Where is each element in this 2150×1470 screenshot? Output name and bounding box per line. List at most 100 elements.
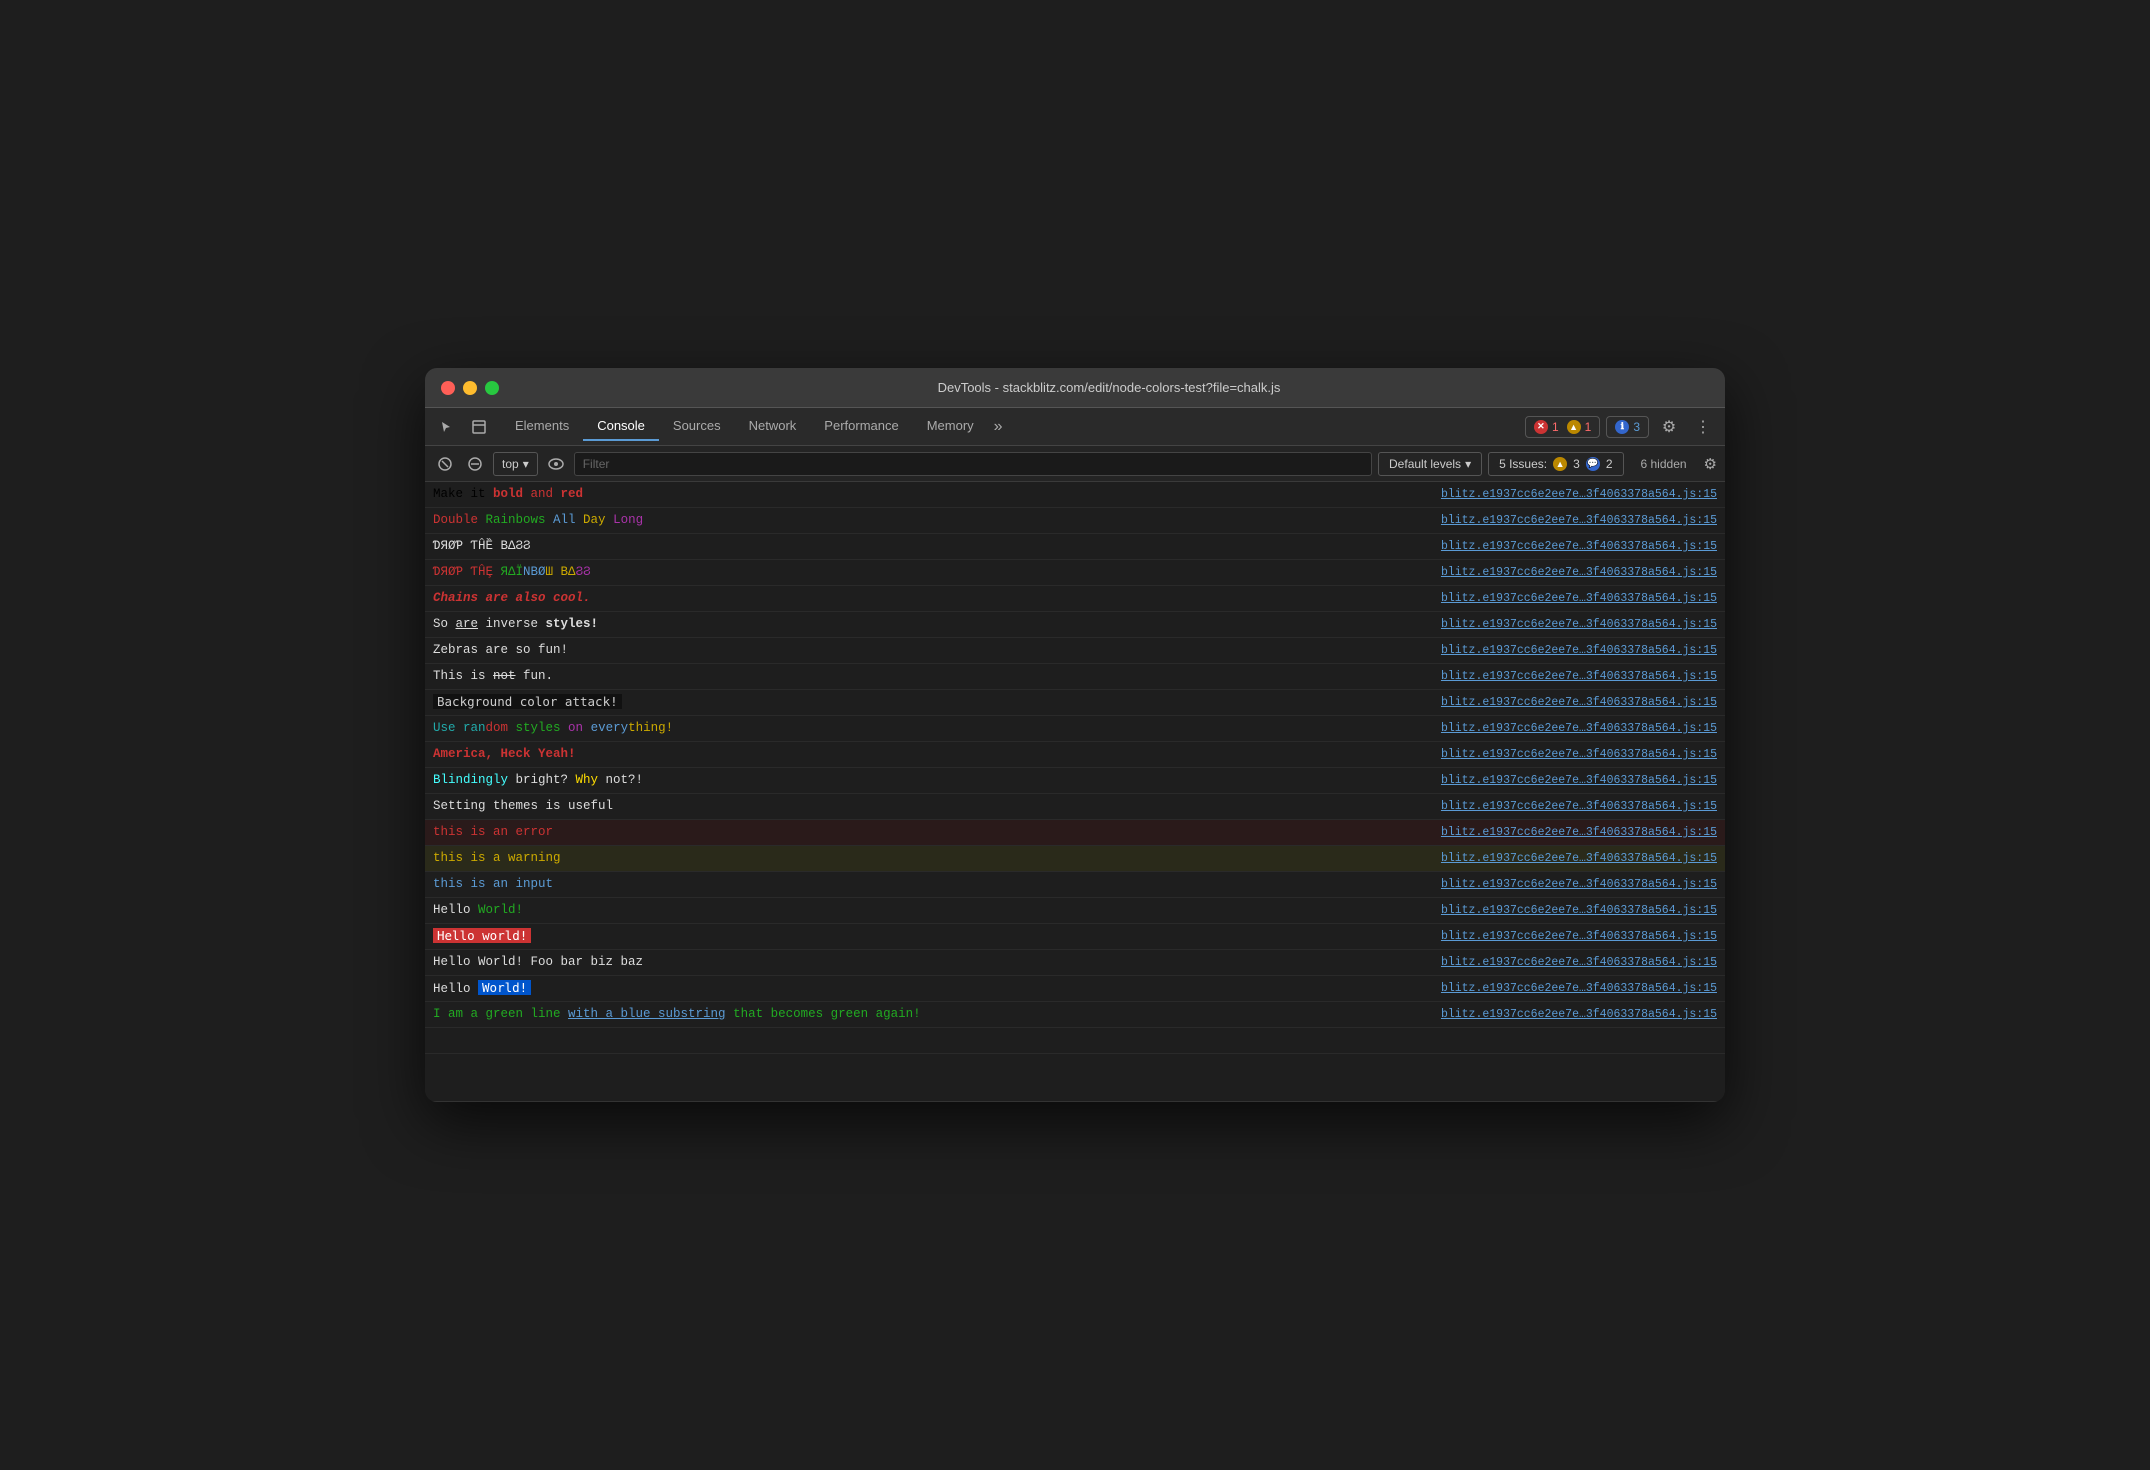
console-source-link[interactable]: blitz.e1937cc6e2ee7e…3f4063378a564.js:15: [1441, 562, 1717, 582]
maximize-button[interactable]: [485, 381, 499, 395]
tab-elements[interactable]: Elements: [501, 412, 583, 441]
console-source-link[interactable]: blitz.e1937cc6e2ee7e…3f4063378a564.js:15: [1441, 588, 1717, 608]
chevron-down-icon: ▾: [523, 457, 529, 471]
clear-console-icon[interactable]: [433, 452, 457, 476]
more-tabs-button[interactable]: »: [988, 418, 1009, 436]
tab-performance[interactable]: Performance: [810, 412, 912, 441]
console-source-link[interactable]: blitz.e1937cc6e2ee7e…3f4063378a564.js:15: [1441, 822, 1717, 842]
tab-console[interactable]: Console: [583, 412, 659, 441]
error-icon: ✕: [1534, 420, 1548, 434]
console-row[interactable]: Setting themes is useful blitz.e1937cc6e2…: [425, 794, 1725, 820]
tab-network[interactable]: Network: [735, 412, 811, 441]
console-row[interactable]: Hello World! blitz.e1937cc6e2ee7e…3f40633…: [425, 976, 1725, 1002]
console-row[interactable]: Background color attack! blitz.e1937cc6e2…: [425, 690, 1725, 716]
console-source-link[interactable]: blitz.e1937cc6e2ee7e…3f4063378a564.js:15: [1441, 510, 1717, 530]
minimize-button[interactable]: [463, 381, 477, 395]
console-row[interactable]: [425, 1028, 1725, 1054]
console-source-link[interactable]: blitz.e1937cc6e2ee7e…3f4063378a564.js:15: [1441, 952, 1717, 972]
filter-input[interactable]: [574, 452, 1372, 476]
console-message: Chains are also cool.: [433, 588, 1425, 608]
console-row[interactable]: I am a green line with a blue substring …: [425, 1002, 1725, 1028]
warn-icon: ▲: [1567, 420, 1581, 434]
tab-memory[interactable]: Memory: [913, 412, 988, 441]
console-row[interactable]: Zebras are so fun! blitz.e1937cc6e2ee7e…3…: [425, 638, 1725, 664]
console-row[interactable]: Hello World! Foo bar biz baz blitz.e1937c…: [425, 950, 1725, 976]
console-toolbar: top ▾ Default levels ▾ 5 Issues: ▲ 3 💬 2…: [425, 446, 1725, 482]
console-source-link[interactable]: blitz.e1937cc6e2ee7e…3f4063378a564.js:15: [1441, 484, 1717, 504]
info-icon: ℹ: [1615, 420, 1629, 434]
console-source-link[interactable]: blitz.e1937cc6e2ee7e…3f4063378a564.js:15: [1441, 978, 1717, 998]
console-source-link[interactable]: blitz.e1937cc6e2ee7e…3f4063378a564.js:15: [1441, 874, 1717, 894]
console-row[interactable]: Blindingly bright? Why not?! blitz.e1937c…: [425, 768, 1725, 794]
close-button[interactable]: [441, 381, 455, 395]
eye-icon[interactable]: [544, 452, 568, 476]
levels-dropdown[interactable]: Default levels ▾: [1378, 452, 1482, 476]
console-source-link[interactable]: blitz.e1937cc6e2ee7e…3f4063378a564.js:15: [1441, 640, 1717, 660]
console-row[interactable]: ƊЯØƤ ƬĤȨ ЯΔЇΝΒØШ ΒΔϨϨ blitz.e1937cc6e2ee7…: [425, 560, 1725, 586]
console-row[interactable]: this is a warning blitz.e1937cc6e2ee7e…3f…: [425, 846, 1725, 872]
issues-badge[interactable]: 5 Issues: ▲ 3 💬 2: [1488, 452, 1623, 476]
console-row[interactable]: this is an errorblitz.e1937cc6e2ee7e…3f4…: [425, 820, 1725, 846]
console-source-link[interactable]: blitz.e1937cc6e2ee7e…3f4063378a564.js:15: [1441, 718, 1717, 738]
console-message: Make it bold and red: [433, 484, 1425, 504]
console-message: ƊЯØƤ ƬĤȨ ЯΔЇΝΒØШ ΒΔϨϨ: [433, 562, 1425, 582]
console-row[interactable]: Double Rainbows All Day Long blitz.e1937c…: [425, 508, 1725, 534]
console-message: Double Rainbows All Day Long: [433, 510, 1425, 530]
console-output[interactable]: Make it bold and red blitz.e1937cc6e2ee7e…: [425, 482, 1725, 1102]
console-source-link[interactable]: blitz.e1937cc6e2ee7e…3f4063378a564.js:15: [1441, 1004, 1717, 1024]
tab-sources[interactable]: Sources: [659, 412, 735, 441]
console-row[interactable]: Use random styles on everything! blitz.e1…: [425, 716, 1725, 742]
console-source-link[interactable]: blitz.e1937cc6e2ee7e…3f4063378a564.js:15: [1441, 770, 1717, 790]
console-source-link[interactable]: blitz.e1937cc6e2ee7e…3f4063378a564.js:15: [1441, 926, 1717, 946]
console-message: Hello World!: [433, 900, 1425, 920]
console-message: Zebras are so fun!: [433, 640, 1425, 660]
console-message: Hello world!: [433, 926, 1425, 947]
console-source-link[interactable]: blitz.e1937cc6e2ee7e…3f4063378a564.js:15: [1441, 744, 1717, 764]
settings-icon[interactable]: ⚙: [1655, 413, 1683, 441]
console-message: Background color attack!: [433, 692, 1425, 713]
console-message: This is not fun.: [433, 666, 1425, 686]
console-message: Blindingly bright? Why not?!: [433, 770, 1425, 790]
title-bar: DevTools - stackblitz.com/edit/node-colo…: [425, 368, 1725, 408]
console-row[interactable]: this is an input blitz.e1937cc6e2ee7e…3f4…: [425, 872, 1725, 898]
console-row[interactable]: ƊЯØƤ ƬĤȄ ΒΔϨϨ blitz.e1937cc6e2ee7e…3f4063…: [425, 534, 1725, 560]
cursor-icon[interactable]: [433, 413, 461, 441]
console-message: this is a warning: [433, 848, 1425, 868]
console-row[interactable]: Hello World! blitz.e1937cc6e2ee7e…3f40633…: [425, 898, 1725, 924]
chevron-down-icon: ▾: [1465, 457, 1471, 471]
console-source-link[interactable]: blitz.e1937cc6e2ee7e…3f4063378a564.js:15: [1441, 796, 1717, 816]
console-row[interactable]: America, Heck Yeah! blitz.e1937cc6e2ee7e……: [425, 742, 1725, 768]
console-row[interactable]: This is not fun. blitz.e1937cc6e2ee7e…3f4…: [425, 664, 1725, 690]
more-options-icon[interactable]: ⋮: [1689, 413, 1717, 441]
console-message: ƊЯØƤ ƬĤȄ ΒΔϨϨ: [433, 536, 1425, 556]
hidden-count[interactable]: 6 hidden: [1630, 454, 1698, 474]
ban-icon[interactable]: [463, 452, 487, 476]
context-selector[interactable]: top ▾: [493, 452, 538, 476]
console-source-link[interactable]: blitz.e1937cc6e2ee7e…3f4063378a564.js:15: [1441, 614, 1717, 634]
traffic-lights: [441, 381, 499, 395]
console-row[interactable]: Hello world! blitz.e1937cc6e2ee7e…3f40633…: [425, 924, 1725, 950]
console-message: So are inverse styles!: [433, 614, 1425, 634]
info-badge[interactable]: ℹ 3: [1606, 416, 1649, 438]
dock-icon[interactable]: [465, 413, 493, 441]
console-source-link[interactable]: blitz.e1937cc6e2ee7e…3f4063378a564.js:15: [1441, 536, 1717, 556]
window-title: DevTools - stackblitz.com/edit/node-colo…: [509, 380, 1709, 395]
console-message: this is an input: [433, 874, 1425, 894]
tab-bar-icons: [433, 413, 501, 441]
console-row[interactable]: Make it bold and red blitz.e1937cc6e2ee7e…: [425, 482, 1725, 508]
console-source-link[interactable]: blitz.e1937cc6e2ee7e…3f4063378a564.js:15: [1441, 848, 1717, 868]
console-message: Use random styles on everything!: [433, 718, 1425, 738]
warn-count-icon: ▲: [1553, 457, 1567, 471]
console-message: Setting themes is useful: [433, 796, 1425, 816]
console-message: Hello World!: [433, 978, 1425, 999]
toolbar-settings-icon[interactable]: ⚙: [1704, 455, 1717, 473]
console-source-link[interactable]: blitz.e1937cc6e2ee7e…3f4063378a564.js:15: [1441, 666, 1717, 686]
console-source-link[interactable]: blitz.e1937cc6e2ee7e…3f4063378a564.js:15: [1441, 900, 1717, 920]
info-count-icon: 💬: [1586, 457, 1600, 471]
console-row[interactable]: So are inverse styles! blitz.e1937cc6e2ee…: [425, 612, 1725, 638]
console-message: Hello World! Foo bar biz baz: [433, 952, 1425, 972]
console-message: America, Heck Yeah!: [433, 744, 1425, 764]
console-row[interactable]: Chains are also cool. blitz.e1937cc6e2ee…: [425, 586, 1725, 612]
error-badge[interactable]: ✕ 1 ▲ 1: [1525, 416, 1600, 438]
console-source-link[interactable]: blitz.e1937cc6e2ee7e…3f4063378a564.js:15: [1441, 692, 1717, 712]
